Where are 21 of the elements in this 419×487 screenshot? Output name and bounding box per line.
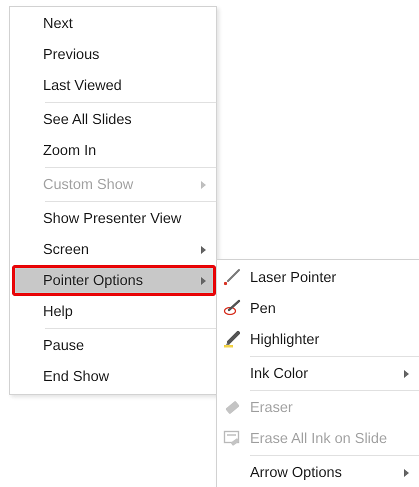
- menu-item[interactable]: Laser Pointer: [217, 262, 419, 293]
- menu-item[interactable]: Help: [10, 296, 216, 327]
- erase-slide-icon: [223, 429, 241, 447]
- pen-icon: [223, 299, 241, 317]
- laser-pointer-icon: [223, 268, 241, 286]
- menu-item[interactable]: End Show: [10, 361, 216, 392]
- menu-item[interactable]: Screen: [10, 234, 216, 265]
- highlighter-icon: [223, 330, 241, 348]
- menu-item[interactable]: Pause: [10, 330, 216, 361]
- menu-item[interactable]: Last Viewed: [10, 70, 216, 101]
- menu-item[interactable]: Highlighter: [217, 324, 419, 355]
- menu-item[interactable]: Pen: [217, 293, 419, 324]
- menu-item[interactable]: Arrow Options: [217, 457, 419, 487]
- menu-item[interactable]: Ink Color: [217, 358, 419, 389]
- menu-item[interactable]: Zoom In: [10, 135, 216, 166]
- menu-item[interactable]: Pointer Options: [12, 265, 216, 296]
- menu-item[interactable]: See All Slides: [10, 104, 216, 135]
- menu-item[interactable]: Show Presenter View: [10, 203, 216, 234]
- menu-item[interactable]: Next: [10, 8, 216, 39]
- menu-item[interactable]: Previous: [10, 39, 216, 70]
- eraser-icon: [223, 398, 241, 416]
